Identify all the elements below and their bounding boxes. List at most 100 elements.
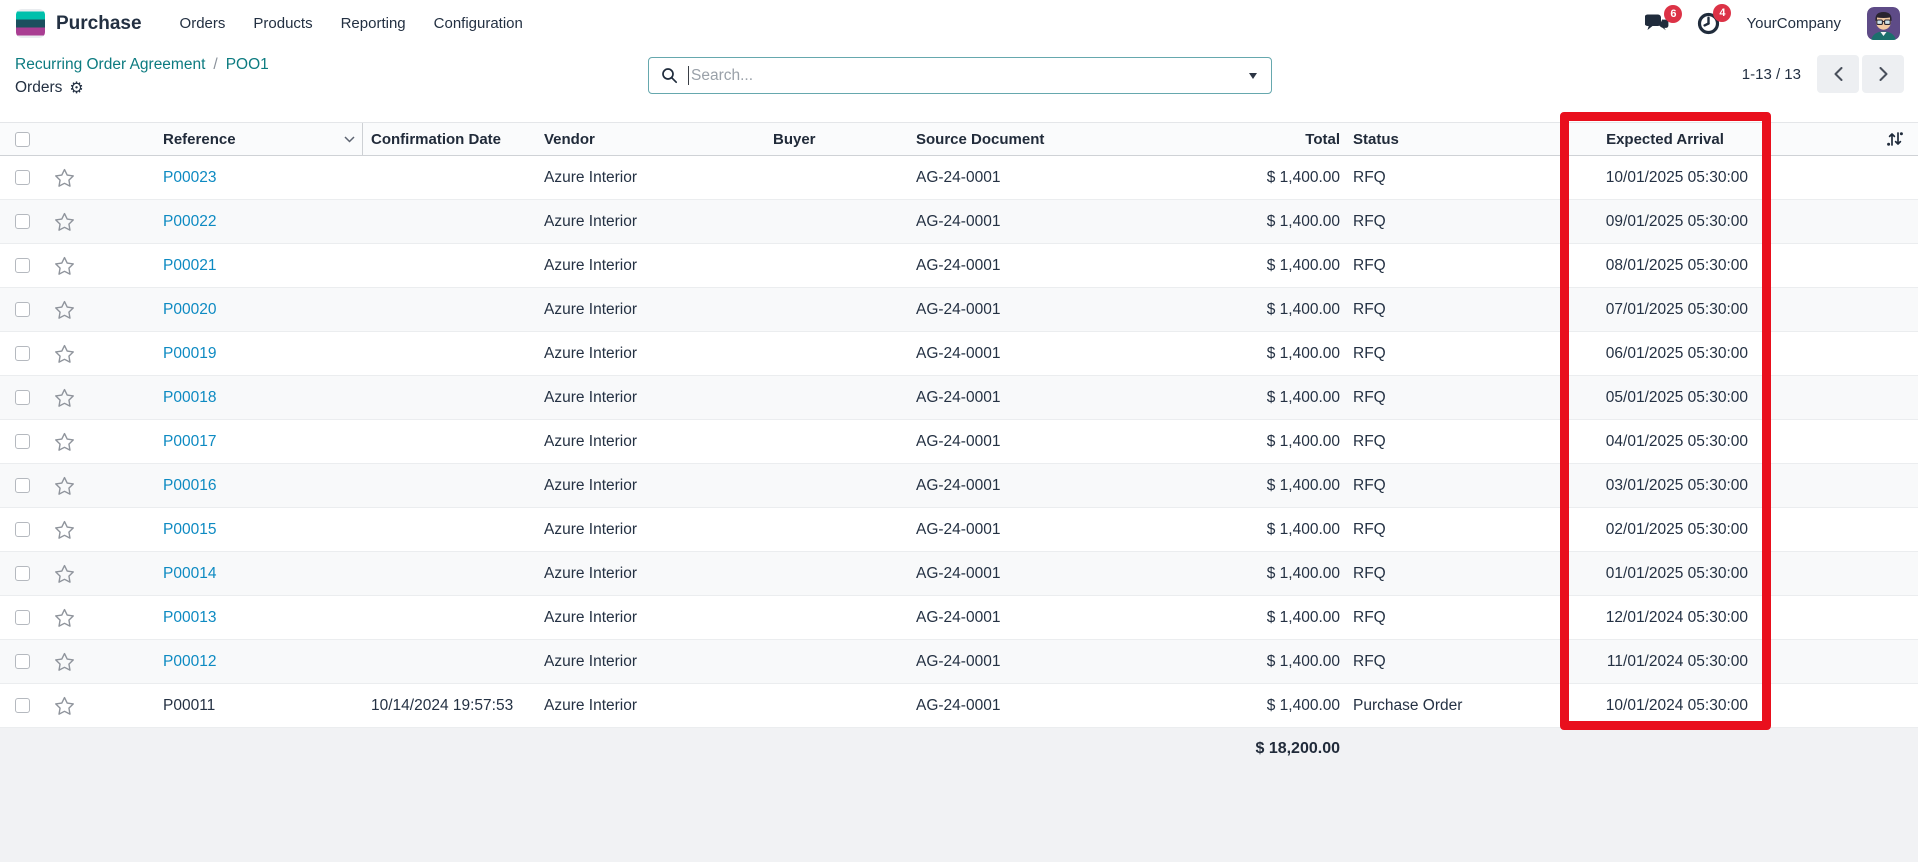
table-row[interactable]: P00020 Azure Interior AG-24-0001 $ 1,400…	[0, 288, 1918, 332]
pager-previous-button[interactable]	[1817, 55, 1859, 93]
table-row[interactable]: P00014 Azure Interior AG-24-0001 $ 1,400…	[0, 552, 1918, 596]
column-header-buyer[interactable]: Buyer	[765, 123, 908, 155]
row-checkbox[interactable]	[14, 390, 30, 405]
chevron-right-icon	[1879, 67, 1887, 81]
column-header-confirmation-date[interactable]: Confirmation Date	[363, 123, 536, 155]
control-panel: Recurring Order Agreement / POO1 Orders …	[0, 47, 1918, 122]
table-row[interactable]: P00017 Azure Interior AG-24-0001 $ 1,400…	[0, 420, 1918, 464]
search-bar[interactable]	[648, 57, 1272, 94]
order-reference-link[interactable]: P00012	[163, 653, 216, 671]
favorite-star-icon[interactable]	[54, 432, 75, 452]
expected-arrival-cell: 11/01/2024 05:30:00	[1606, 652, 1748, 670]
content-background: $ 18,200.00	[0, 728, 1918, 862]
favorite-star-icon[interactable]	[54, 564, 75, 584]
row-checkbox[interactable]	[14, 434, 30, 449]
row-checkbox[interactable]	[14, 610, 30, 625]
total-cell: $ 1,400.00	[1266, 212, 1340, 230]
row-checkbox[interactable]	[14, 170, 30, 185]
column-header-vendor[interactable]: Vendor	[536, 123, 765, 155]
confirmation-date-cell	[363, 244, 536, 287]
column-header-expected-arrival[interactable]: Expected Arrival	[1558, 123, 1772, 155]
order-reference-link[interactable]: P00018	[163, 389, 216, 407]
nav-reporting[interactable]: Reporting	[327, 9, 420, 38]
table-row[interactable]: P00016 Azure Interior AG-24-0001 $ 1,400…	[0, 464, 1918, 508]
table-row[interactable]: P00023 Azure Interior AG-24-0001 $ 1,400…	[0, 156, 1918, 200]
total-cell: $ 1,400.00	[1266, 432, 1340, 450]
table-body: P00023 Azure Interior AG-24-0001 $ 1,400…	[0, 156, 1918, 728]
column-header-total[interactable]: Total	[1060, 123, 1348, 155]
status-cell: RFQ	[1353, 432, 1386, 450]
app-switcher[interactable]: Purchase	[16, 9, 142, 38]
favorite-star-icon[interactable]	[54, 344, 75, 364]
row-checkbox[interactable]	[14, 258, 30, 273]
row-checkbox[interactable]	[14, 698, 30, 713]
activities-button[interactable]: 4	[1697, 4, 1732, 35]
nav-products[interactable]: Products	[239, 9, 326, 38]
order-reference-link[interactable]: P00023	[163, 169, 216, 187]
order-reference-link[interactable]: P00015	[163, 521, 216, 539]
search-dropdown-toggle[interactable]	[1239, 58, 1267, 93]
table-row[interactable]: P00011 10/14/2024 19:57:53 Azure Interio…	[0, 684, 1918, 728]
pager-next-button[interactable]	[1862, 55, 1904, 93]
user-avatar[interactable]	[1867, 7, 1900, 40]
row-checkbox[interactable]	[14, 566, 30, 581]
table-row[interactable]: P00015 Azure Interior AG-24-0001 $ 1,400…	[0, 508, 1918, 552]
table-row[interactable]: P00019 Azure Interior AG-24-0001 $ 1,400…	[0, 332, 1918, 376]
favorite-star-icon[interactable]	[54, 520, 75, 540]
favorite-star-icon[interactable]	[54, 608, 75, 628]
order-reference-link[interactable]: P00013	[163, 609, 216, 627]
select-all-checkbox[interactable]	[14, 131, 30, 147]
source-document-cell: AG-24-0001	[916, 168, 1001, 186]
row-checkbox[interactable]	[14, 346, 30, 361]
gear-icon[interactable]: ⚙	[69, 80, 83, 96]
row-checkbox[interactable]	[14, 302, 30, 317]
status-cell: Purchase Order	[1353, 696, 1463, 714]
row-checkbox[interactable]	[14, 522, 30, 537]
table-row[interactable]: P00018 Azure Interior AG-24-0001 $ 1,400…	[0, 376, 1918, 420]
adjust-columns-icon[interactable]	[1886, 130, 1904, 148]
favorite-star-icon[interactable]	[54, 696, 75, 716]
table-row[interactable]: P00013 Azure Interior AG-24-0001 $ 1,400…	[0, 596, 1918, 640]
row-checkbox[interactable]	[14, 214, 30, 229]
favorite-star-icon[interactable]	[54, 476, 75, 496]
pager: 1-13 / 13	[1742, 55, 1904, 93]
source-document-cell: AG-24-0001	[916, 344, 1001, 362]
table-row[interactable]: P00022 Azure Interior AG-24-0001 $ 1,400…	[0, 200, 1918, 244]
buyer-cell	[765, 640, 908, 683]
column-header-status[interactable]: Status	[1348, 123, 1558, 155]
favorite-star-icon[interactable]	[54, 300, 75, 320]
favorite-star-icon[interactable]	[54, 212, 75, 232]
row-checkbox[interactable]	[14, 654, 30, 669]
breadcrumb-current-link[interactable]: POO1	[226, 56, 269, 74]
company-switcher[interactable]: YourCompany	[1746, 15, 1841, 32]
order-reference-link[interactable]: P00011	[163, 697, 215, 715]
table-row[interactable]: P00012 Azure Interior AG-24-0001 $ 1,400…	[0, 640, 1918, 684]
order-reference-link[interactable]: P00014	[163, 565, 216, 583]
messages-button[interactable]: 6	[1645, 4, 1683, 35]
status-cell: RFQ	[1353, 608, 1386, 626]
vendor-cell: Azure Interior	[544, 608, 638, 626]
breadcrumb-parent-link[interactable]: Recurring Order Agreement	[15, 56, 205, 74]
column-header-source-document[interactable]: Source Document	[908, 123, 1060, 155]
favorite-star-icon[interactable]	[54, 256, 75, 276]
table-row[interactable]: P00021 Azure Interior AG-24-0001 $ 1,400…	[0, 244, 1918, 288]
nav-orders[interactable]: Orders	[166, 9, 240, 38]
column-header-reference[interactable]: Reference	[84, 123, 363, 155]
order-reference-link[interactable]: P00020	[163, 301, 216, 319]
order-reference-link[interactable]: P00016	[163, 477, 216, 495]
favorite-star-icon[interactable]	[54, 652, 75, 672]
vendor-cell: Azure Interior	[544, 476, 638, 494]
row-checkbox[interactable]	[14, 478, 30, 493]
vendor-cell: Azure Interior	[544, 388, 638, 406]
search-input[interactable]	[691, 66, 1239, 85]
status-cell: RFQ	[1353, 476, 1386, 494]
order-reference-link[interactable]: P00017	[163, 433, 216, 451]
buyer-cell	[765, 596, 908, 639]
order-reference-link[interactable]: P00022	[163, 213, 216, 231]
expected-arrival-cell: 10/01/2024 05:30:00	[1605, 696, 1748, 714]
favorite-star-icon[interactable]	[54, 388, 75, 408]
order-reference-link[interactable]: P00019	[163, 345, 216, 363]
favorite-star-icon[interactable]	[54, 168, 75, 188]
order-reference-link[interactable]: P00021	[163, 257, 216, 275]
nav-configuration[interactable]: Configuration	[420, 9, 537, 38]
